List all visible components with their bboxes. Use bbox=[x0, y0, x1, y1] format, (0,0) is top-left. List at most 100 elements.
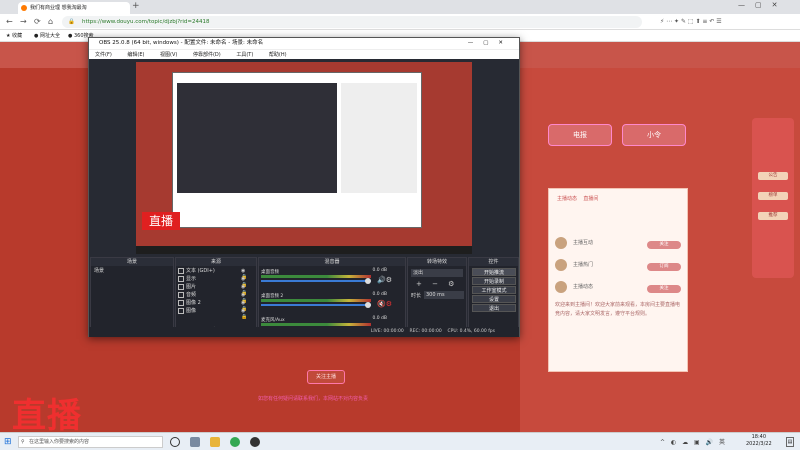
windows-taskbar: ⊞ ⚲ 在这里输入你要搜索的内容 ^ ◐ ☁ ▣ 🔊 英 18:40 2022/… bbox=[0, 432, 800, 450]
volume-slider[interactable] bbox=[261, 280, 371, 282]
obs-preview[interactable]: 直播 bbox=[136, 62, 472, 254]
menu-docks[interactable]: 停靠部件(D) bbox=[193, 52, 221, 58]
preview-logo: 直播 bbox=[142, 212, 180, 230]
exit-button[interactable]: 退出 bbox=[472, 304, 516, 312]
task-view-icon[interactable] bbox=[190, 437, 200, 447]
window-controls-icon[interactable]: —▢✕ bbox=[738, 1, 787, 9]
volume-knob[interactable] bbox=[365, 302, 371, 308]
menu-view[interactable]: 视图(V) bbox=[160, 52, 177, 58]
source-item[interactable]: 图像 2 ◉🔒 bbox=[176, 299, 254, 312]
follow-pill[interactable]: 关注 bbox=[647, 285, 681, 293]
search-icon: ⚲ bbox=[21, 439, 25, 445]
preview-taskbar bbox=[136, 246, 472, 254]
notification-icon[interactable]: ▤ bbox=[786, 437, 794, 447]
taskbar-search[interactable]: ⚲ 在这里输入你要搜索的内容 bbox=[18, 436, 163, 448]
source-item[interactable]: 文本 (GDI+) ◉🔒 bbox=[176, 267, 254, 280]
tray-icons-icon[interactable]: ^ ◐ ☁ ▣ 🔊 英 bbox=[660, 437, 727, 446]
start-icon[interactable]: ⊞ bbox=[4, 437, 12, 447]
follow-pill[interactable]: 关注 bbox=[647, 241, 681, 249]
nested-obs bbox=[177, 83, 337, 193]
obs-window: OBS 25.0.8 (64 bit, windows) - 配置文件: 未命名… bbox=[88, 37, 520, 337]
nested-window bbox=[172, 72, 422, 228]
menu-edit[interactable]: 编辑(E) bbox=[127, 52, 144, 58]
menu-tools[interactable]: 工具(T) bbox=[236, 52, 253, 58]
panel-note: 欢迎来到主播间！欢迎大家前来观看，本房间主要直播电竞内容，请大家文明发言，遵守平… bbox=[555, 302, 681, 317]
side-item[interactable]: 推荐 bbox=[758, 212, 788, 220]
menu-help[interactable]: 帮助(H) bbox=[269, 52, 287, 58]
nested-panel bbox=[341, 83, 417, 193]
source-item[interactable]: 图片 ◉🔒 bbox=[176, 283, 254, 296]
studio-mode-button[interactable]: 工作室模式 bbox=[472, 286, 516, 294]
home-icon[interactable]: ⌂ bbox=[48, 16, 53, 28]
start-recording-button[interactable]: 开始录制 bbox=[472, 277, 516, 285]
browser-icon[interactable] bbox=[230, 437, 240, 447]
extension-icon[interactable]: ⚡ ⋯ ✦ ✎ ⬚ ⬆ ≡ ↶ ☰ bbox=[660, 16, 722, 28]
mixer-dock: 混音器 桌面音频 0.0 dB 🔊⚙ 桌面音频 2 0.0 dB 🔇⚙ 麦克风/… bbox=[258, 257, 406, 336]
image-source-icon bbox=[178, 284, 184, 290]
source-item[interactable]: 音频 ◉🔒 bbox=[176, 291, 254, 304]
muted-speaker-icon[interactable]: 🔇⚙ bbox=[377, 300, 392, 308]
duration-input[interactable]: 300 ms bbox=[424, 291, 464, 299]
image-source-icon bbox=[178, 308, 184, 314]
avatar bbox=[555, 281, 567, 293]
sources-dock: 来源 文本 (GDI+) ◉🔒 显示 ◉🔒 图片 ◉🔒 音频 ◉🔒 图像 2 ◉🔒 图像 ◉… bbox=[175, 257, 257, 336]
forward-icon[interactable]: → bbox=[20, 16, 27, 28]
obs-icon[interactable] bbox=[250, 437, 260, 447]
display-source-icon bbox=[178, 276, 184, 282]
site-button-1[interactable]: 电报 bbox=[548, 124, 612, 146]
source-item[interactable]: 图像 ◉🔒 bbox=[176, 307, 254, 320]
site-button-2[interactable]: 小令 bbox=[622, 124, 686, 146]
follow-pill[interactable]: 订阅 bbox=[647, 263, 681, 271]
eye-lock-icon[interactable]: ◉🔒 bbox=[241, 292, 250, 304]
browser-toolbar: ← → ⟳ ⌂ 🔒 https://www.douyu.com/topic/dj… bbox=[0, 14, 800, 30]
new-tab-icon[interactable]: + bbox=[132, 1, 140, 11]
bookmark-item[interactable]: ● 网址大全 bbox=[34, 30, 60, 42]
speaker-icon[interactable]: 🔊⚙ bbox=[377, 276, 392, 284]
duration-label: 时长 bbox=[411, 293, 422, 299]
back-icon[interactable]: ← bbox=[6, 16, 13, 28]
volume-slider[interactable] bbox=[261, 304, 371, 306]
live-timer: LIVE: 00:00:00 bbox=[370, 329, 404, 334]
eye-lock-icon[interactable]: ◉🔒 bbox=[241, 276, 250, 288]
audio-source-icon bbox=[178, 292, 184, 298]
address-bar[interactable]: 🔒 https://www.douyu.com/topic/djzbj?rid=… bbox=[62, 16, 642, 28]
obs-window-controls-icon[interactable]: —▢✕ bbox=[468, 38, 513, 49]
browser-tab[interactable]: 我们有商业理 想我淘最淘 bbox=[18, 2, 130, 14]
image-source-icon bbox=[178, 300, 184, 306]
site-favicon-icon bbox=[21, 5, 27, 11]
side-item[interactable]: 公告 bbox=[758, 172, 788, 180]
eye-lock-icon[interactable]: ◉🔒 bbox=[241, 300, 250, 312]
follow-button[interactable]: 关注主播 bbox=[307, 370, 345, 384]
source-item[interactable]: 显示 ◉🔒 bbox=[176, 275, 254, 288]
site-logo: 直播 bbox=[12, 396, 82, 436]
rec-timer: REC: 00:00:00 bbox=[409, 329, 442, 334]
side-item[interactable]: 榜单 bbox=[758, 192, 788, 200]
cpu-status: CPU: 0.4%, 60.00 fps bbox=[447, 329, 496, 334]
menu-file[interactable]: 文件(F) bbox=[95, 52, 112, 58]
taskbar-clock[interactable]: 18:40 2022/3/22 bbox=[746, 434, 772, 448]
volume-meter bbox=[261, 323, 371, 326]
reload-icon[interactable]: ⟳ bbox=[34, 16, 41, 28]
cortana-icon[interactable] bbox=[170, 437, 180, 447]
volume-meter bbox=[261, 299, 371, 302]
scene-item[interactable]: 场景 bbox=[94, 267, 104, 274]
eye-lock-icon[interactable]: ◉🔒 bbox=[241, 308, 250, 320]
mixer-channel: 桌面音频 2 0.0 dB 🔇⚙ bbox=[261, 292, 392, 308]
side-banner: 公告 榜单 推荐 bbox=[752, 118, 794, 278]
file-explorer-icon[interactable] bbox=[210, 437, 220, 447]
eye-lock-icon[interactable]: ◉🔒 bbox=[241, 268, 250, 280]
url-text: https://www.douyu.com/topic/djzbj?rid=24… bbox=[82, 19, 210, 25]
transition-controls-icon[interactable]: + − ⚙ bbox=[416, 280, 458, 288]
volume-meter bbox=[261, 275, 371, 278]
scenes-dock: 场景 场景 + − ∧ ∨ bbox=[90, 257, 174, 336]
start-stream-button[interactable]: 开始推流 bbox=[472, 268, 516, 276]
panel-tabs[interactable]: 主播动态 直播间 bbox=[557, 195, 683, 207]
volume-knob[interactable] bbox=[365, 278, 371, 284]
eye-lock-icon[interactable]: ◉🔒 bbox=[241, 284, 250, 296]
transition-select[interactable]: 淡出 bbox=[411, 269, 463, 277]
settings-button[interactable]: 设置 bbox=[472, 295, 516, 303]
obs-title: OBS 25.0.8 (64 bit, windows) - 配置文件: 未命名… bbox=[99, 40, 264, 46]
obs-title-bar: OBS 25.0.8 (64 bit, windows) - 配置文件: 未命名… bbox=[89, 38, 519, 49]
lock-icon: 🔒 bbox=[68, 19, 75, 25]
bookmark-item[interactable]: ★ 收藏 bbox=[6, 30, 22, 42]
